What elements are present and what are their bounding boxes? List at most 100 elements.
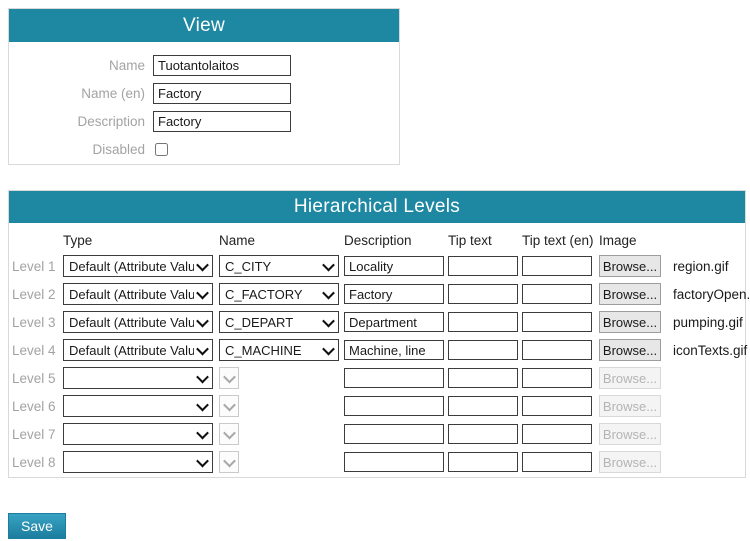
- level-7-tip-text-input[interactable]: [448, 424, 518, 444]
- hierarchical-levels-panel: Hierarchical Levels Type Name Descriptio…: [8, 190, 746, 478]
- level-1-image-filename: region.gif: [667, 259, 745, 274]
- level-1-label: Level 1: [9, 259, 63, 274]
- hierarchical-levels-title: Hierarchical Levels: [9, 191, 745, 223]
- chevron-down-icon: [196, 314, 209, 327]
- chevron-down-icon: [196, 398, 209, 411]
- view-panel: View Name Name (en) Description Disabled: [8, 8, 400, 165]
- level-8-row: Level 8 Browse...: [9, 448, 745, 476]
- level-1-type-select[interactable]: Default (Attribute Values): [63, 255, 213, 277]
- level-7-browse-button: Browse...: [599, 423, 661, 445]
- level-2-row: Level 2 Default (Attribute Values) C_FAC…: [9, 280, 745, 308]
- level-1-browse-button[interactable]: Browse...: [599, 255, 661, 277]
- level-2-label: Level 2: [9, 287, 63, 302]
- level-4-type-value: Default (Attribute Values): [69, 343, 194, 358]
- level-3-type-value: Default (Attribute Values): [69, 315, 194, 330]
- level-1-tip-text-input[interactable]: [448, 256, 518, 276]
- level-5-browse-button: Browse...: [599, 367, 661, 389]
- name-en-input[interactable]: [153, 83, 291, 104]
- level-2-name-select[interactable]: C_FACTORY: [219, 283, 339, 305]
- level-8-tip-text-input[interactable]: [448, 452, 518, 472]
- level-3-name-select[interactable]: C_DEPART: [219, 311, 339, 333]
- chevron-down-icon: [223, 426, 236, 439]
- chevron-down-icon: [322, 342, 335, 355]
- level-5-tip-text-en-input[interactable]: [522, 368, 592, 388]
- chevron-down-icon: [322, 258, 335, 271]
- level-1-type-value: Default (Attribute Values): [69, 259, 194, 274]
- level-5-description-input[interactable]: [344, 368, 444, 388]
- column-header-image: Image: [599, 233, 667, 248]
- level-5-tip-text-input[interactable]: [448, 368, 518, 388]
- level-5-label: Level 5: [9, 371, 63, 386]
- level-3-tip-text-input[interactable]: [448, 312, 518, 332]
- chevron-down-icon: [223, 398, 236, 411]
- level-6-name-select: [219, 395, 239, 417]
- level-4-description-input[interactable]: [344, 340, 444, 360]
- description-label: Description: [9, 114, 153, 129]
- level-4-row: Level 4 Default (Attribute Values) C_MAC…: [9, 336, 745, 364]
- level-4-name-select[interactable]: C_MACHINE: [219, 339, 339, 361]
- level-6-description-input[interactable]: [344, 396, 444, 416]
- level-8-description-input[interactable]: [344, 452, 444, 472]
- chevron-down-icon: [196, 286, 209, 299]
- level-4-label: Level 4: [9, 343, 63, 358]
- chevron-down-icon: [196, 426, 209, 439]
- column-header-tip-text-en: Tip text (en): [522, 233, 599, 248]
- level-1-tip-text-en-input[interactable]: [522, 256, 592, 276]
- level-5-row: Level 5 Browse...: [9, 364, 745, 392]
- chevron-down-icon: [196, 454, 209, 467]
- level-7-type-select[interactable]: [63, 423, 213, 445]
- level-3-type-select[interactable]: Default (Attribute Values): [63, 311, 213, 333]
- level-5-type-select[interactable]: [63, 367, 213, 389]
- level-4-name-value: C_MACHINE: [225, 343, 302, 358]
- level-3-image-filename: pumping.gif: [667, 315, 745, 330]
- level-6-tip-text-en-input[interactable]: [522, 396, 592, 416]
- level-6-row: Level 6 Browse...: [9, 392, 745, 420]
- disabled-checkbox[interactable]: [155, 143, 168, 156]
- level-8-tip-text-en-input[interactable]: [522, 452, 592, 472]
- name-en-label: Name (en): [9, 86, 153, 101]
- level-8-name-select: [219, 451, 239, 473]
- level-1-row: Level 1 Default (Attribute Values) C_CIT…: [9, 252, 745, 280]
- level-1-name-select[interactable]: C_CITY: [219, 255, 339, 277]
- column-header-row: Type Name Description Tip text Tip text …: [9, 228, 745, 252]
- level-2-tip-text-input[interactable]: [448, 284, 518, 304]
- level-3-description-input[interactable]: [344, 312, 444, 332]
- level-2-type-select[interactable]: Default (Attribute Values): [63, 283, 213, 305]
- column-header-name: Name: [219, 233, 344, 248]
- level-1-name-value: C_CITY: [225, 259, 271, 274]
- level-7-row: Level 7 Browse...: [9, 420, 745, 448]
- level-7-name-select: [219, 423, 239, 445]
- disabled-label: Disabled: [9, 142, 153, 157]
- level-2-type-value: Default (Attribute Values): [69, 287, 194, 302]
- chevron-down-icon: [223, 370, 236, 383]
- description-input[interactable]: [153, 111, 291, 132]
- name-input[interactable]: [153, 55, 291, 76]
- column-header-type: Type: [63, 233, 219, 248]
- level-7-label: Level 7: [9, 427, 63, 442]
- level-2-description-input[interactable]: [344, 284, 444, 304]
- level-1-description-input[interactable]: [344, 256, 444, 276]
- level-4-browse-button[interactable]: Browse...: [599, 339, 661, 361]
- level-3-tip-text-en-input[interactable]: [522, 312, 592, 332]
- level-8-type-select[interactable]: [63, 451, 213, 473]
- column-header-description: Description: [344, 233, 448, 248]
- level-2-tip-text-en-input[interactable]: [522, 284, 592, 304]
- level-4-type-select[interactable]: Default (Attribute Values): [63, 339, 213, 361]
- chevron-down-icon: [196, 370, 209, 383]
- level-2-browse-button[interactable]: Browse...: [599, 283, 661, 305]
- level-8-browse-button: Browse...: [599, 451, 661, 473]
- level-3-label: Level 3: [9, 315, 63, 330]
- level-6-type-select[interactable]: [63, 395, 213, 417]
- column-header-tip-text: Tip text: [448, 233, 522, 248]
- level-3-browse-button[interactable]: Browse...: [599, 311, 661, 333]
- level-4-tip-text-en-input[interactable]: [522, 340, 592, 360]
- level-6-browse-button: Browse...: [599, 395, 661, 417]
- view-panel-title: View: [9, 9, 399, 42]
- level-4-tip-text-input[interactable]: [448, 340, 518, 360]
- level-5-name-select: [219, 367, 239, 389]
- level-7-tip-text-en-input[interactable]: [522, 424, 592, 444]
- level-7-description-input[interactable]: [344, 424, 444, 444]
- level-4-image-filename: iconTexts.gif: [667, 343, 747, 358]
- save-button[interactable]: Save: [8, 513, 66, 539]
- level-6-tip-text-input[interactable]: [448, 396, 518, 416]
